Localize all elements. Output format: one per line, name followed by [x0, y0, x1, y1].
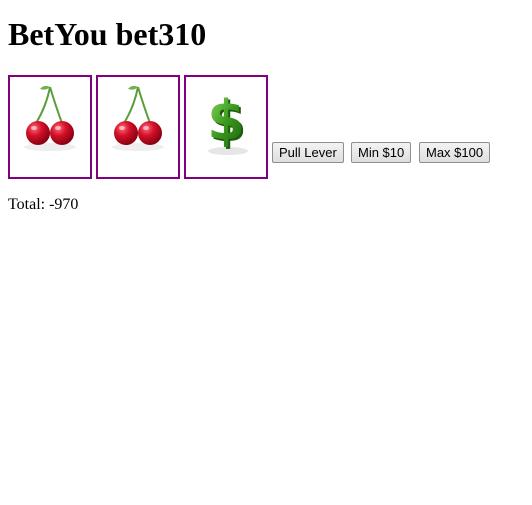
cherry-icon — [24, 85, 76, 151]
cherry-icon — [112, 85, 164, 151]
slot-reel-1 — [8, 75, 92, 179]
slot-reel-2 — [96, 75, 180, 179]
dollar-icon: $ $ — [207, 89, 248, 155]
total-value: -970 — [49, 196, 79, 213]
max-bet-button[interactable]: Max $100 — [419, 142, 491, 163]
pull-lever-button[interactable]: Pull Lever — [272, 142, 344, 163]
page-title: BetYou bet310 — [8, 16, 207, 52]
slot-reel-3: $ $ — [184, 75, 268, 179]
total-display: Total: -970 — [8, 195, 78, 215]
min-bet-button[interactable]: Min $10 — [351, 142, 412, 163]
svg-text:$: $ — [207, 89, 245, 152]
total-label: Total: — [8, 196, 46, 213]
